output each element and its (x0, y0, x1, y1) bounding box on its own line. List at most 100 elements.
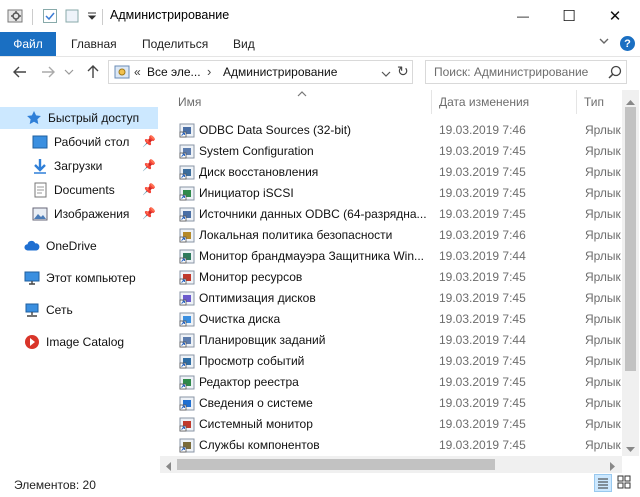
nav-network[interactable]: Сеть (0, 299, 158, 321)
file-name[interactable]: Инициатор iSCSI (199, 186, 427, 200)
properties-check-icon[interactable] (42, 8, 58, 24)
pin-icon[interactable]: 📌 (142, 183, 156, 196)
file-name[interactable]: Сведения о системе (199, 396, 427, 410)
nav-onedrive[interactable]: OneDrive (0, 235, 158, 257)
minimize-button[interactable]: — (500, 0, 546, 32)
file-name[interactable]: Источники данных ODBC (64-разрядна... (199, 207, 427, 221)
nav-quick-access[interactable]: Быстрый доступ (0, 107, 158, 129)
shortcut-icon (179, 417, 195, 432)
file-row[interactable]: Службы компонентов 19.03.2019 7:45 Ярлык (175, 435, 625, 456)
column-divider[interactable] (576, 90, 577, 114)
nav-image-catalog-label: Image Catalog (46, 335, 125, 349)
tab-view[interactable]: Вид (233, 37, 255, 51)
file-name[interactable]: Локальная политика безопасности (199, 228, 427, 242)
file-name[interactable]: Планировщик заданий (199, 333, 427, 347)
scroll-left-arrow[interactable] (165, 460, 172, 471)
vertical-scroll-thumb[interactable] (625, 107, 636, 371)
column-header-type[interactable]: Тип (584, 95, 604, 109)
file-row[interactable]: Просмотр событий 19.03.2019 7:45 Ярлык (175, 351, 625, 372)
scroll-up-arrow[interactable] (626, 94, 635, 105)
nav-downloads[interactable]: Загрузки (0, 155, 158, 177)
search-input[interactable]: Поиск: Администрирование (434, 65, 588, 79)
file-name[interactable]: Диск восстановления (199, 165, 427, 179)
nav-image-catalog[interactable]: Image Catalog (0, 331, 158, 353)
tab-file[interactable]: Файл (0, 32, 56, 56)
file-name[interactable]: Системный монитор (199, 417, 427, 431)
file-date: 19.03.2019 7:45 (439, 354, 526, 368)
file-row[interactable]: Диск восстановления 19.03.2019 7:45 Ярлык (175, 162, 625, 183)
scroll-down-arrow[interactable] (626, 442, 635, 452)
file-row[interactable]: Сведения о системе 19.03.2019 7:45 Ярлык (175, 393, 625, 414)
file-row[interactable]: System Configuration 19.03.2019 7:45 Ярлык (175, 141, 625, 162)
file-row[interactable]: Источники данных ODBC (64-разрядна... 19.… (175, 204, 625, 225)
tab-home[interactable]: Главная (71, 37, 117, 51)
pin-icon[interactable]: 📌 (142, 159, 156, 172)
tab-share[interactable]: Поделиться (142, 37, 208, 51)
back-button[interactable] (9, 62, 31, 82)
details-view-button[interactable] (594, 474, 612, 492)
close-button[interactable]: ✕ (592, 0, 638, 32)
app-icon[interactable] (7, 7, 25, 25)
refresh-icon[interactable]: ↻ (397, 63, 409, 80)
file-row[interactable]: Монитор ресурсов 19.03.2019 7:45 Ярлык (175, 267, 625, 288)
horizontal-scroll-thumb[interactable] (177, 459, 495, 470)
file-name[interactable]: Очистка диска (199, 312, 427, 326)
nav-network-label: Сеть (46, 303, 73, 317)
download-arrow-icon (32, 158, 48, 174)
file-type: Ярлык (585, 291, 621, 305)
search-box[interactable]: Поиск: Администрирование (425, 60, 627, 84)
address-dropdown-icon[interactable] (381, 67, 391, 77)
help-icon[interactable]: ? (620, 36, 635, 51)
file-name[interactable]: Редактор реестра (199, 375, 427, 389)
nav-images[interactable]: Изображения (0, 203, 158, 225)
nav-this-pc[interactable]: Этот компьютер (0, 267, 158, 289)
vertical-scrollbar[interactable] (622, 90, 639, 456)
file-row[interactable]: Локальная политика безопасности 19.03.201… (175, 225, 625, 246)
scroll-right-arrow[interactable] (610, 460, 617, 471)
maximize-button[interactable]: ☐ (546, 0, 592, 32)
pin-icon[interactable]: 📌 (142, 135, 156, 148)
file-row[interactable]: Монитор брандмауэра Защитника Win... 19.0… (175, 246, 625, 267)
file-name[interactable]: Монитор брандмауэра Защитника Win... (199, 249, 427, 263)
nav-documents[interactable]: Documents (0, 179, 158, 201)
file-name[interactable]: Просмотр событий (199, 354, 427, 368)
shortcut-icon (179, 291, 195, 306)
file-row[interactable]: Инициатор iSCSI 19.03.2019 7:45 Ярлык (175, 183, 625, 204)
file-name[interactable]: Службы компонентов (199, 438, 427, 452)
recent-locations-dropdown[interactable] (62, 62, 76, 82)
file-row[interactable]: Оптимизация дисков 19.03.2019 7:45 Ярлык (175, 288, 625, 309)
pin-icon[interactable]: 📌 (142, 207, 156, 220)
forward-button[interactable] (37, 62, 59, 82)
file-type: Ярлык (585, 228, 621, 242)
search-icon[interactable] (608, 65, 622, 79)
file-name[interactable]: Монитор ресурсов (199, 270, 427, 284)
star-icon (26, 110, 42, 126)
shortcut-icon (179, 249, 195, 264)
address-bar[interactable]: « Все эле... › Администрирование ↻ (108, 60, 413, 84)
column-header-name[interactable]: Имя (178, 95, 201, 109)
shortcut-icon (179, 270, 195, 285)
up-button[interactable] (82, 62, 104, 82)
new-folder-icon[interactable] (64, 8, 80, 24)
file-name[interactable]: ODBC Data Sources (32-bit) (199, 123, 427, 137)
file-date: 19.03.2019 7:45 (439, 312, 526, 326)
file-name[interactable]: Оптимизация дисков (199, 291, 427, 305)
breadcrumb-administration[interactable]: Администрирование (223, 65, 337, 79)
customize-toolbar-dropdown-icon[interactable] (84, 8, 100, 24)
file-row[interactable]: Очистка диска 19.03.2019 7:45 Ярлык (175, 309, 625, 330)
address-prefix[interactable]: « (134, 65, 141, 79)
nav-desktop[interactable]: Рабочий стол (0, 131, 158, 153)
file-row[interactable]: Редактор реестра 19.03.2019 7:45 Ярлык (175, 372, 625, 393)
file-row[interactable]: Планировщик заданий 19.03.2019 7:44 Ярлык (175, 330, 625, 351)
breadcrumb-all-items[interactable]: Все эле... (147, 65, 201, 79)
large-icons-view-button[interactable] (616, 474, 634, 492)
horizontal-scrollbar[interactable] (160, 456, 622, 473)
file-name[interactable]: System Configuration (199, 144, 427, 158)
shortcut-icon (179, 207, 195, 222)
column-divider[interactable] (431, 90, 432, 114)
ribbon-expand-icon[interactable] (598, 35, 612, 49)
file-row[interactable]: ODBC Data Sources (32-bit) 19.03.2019 7:4… (175, 120, 625, 141)
column-header-date[interactable]: Дата изменения (439, 95, 529, 109)
file-row[interactable]: Системный монитор 19.03.2019 7:45 Ярлык (175, 414, 625, 435)
breadcrumb-separator[interactable]: › (207, 64, 211, 79)
